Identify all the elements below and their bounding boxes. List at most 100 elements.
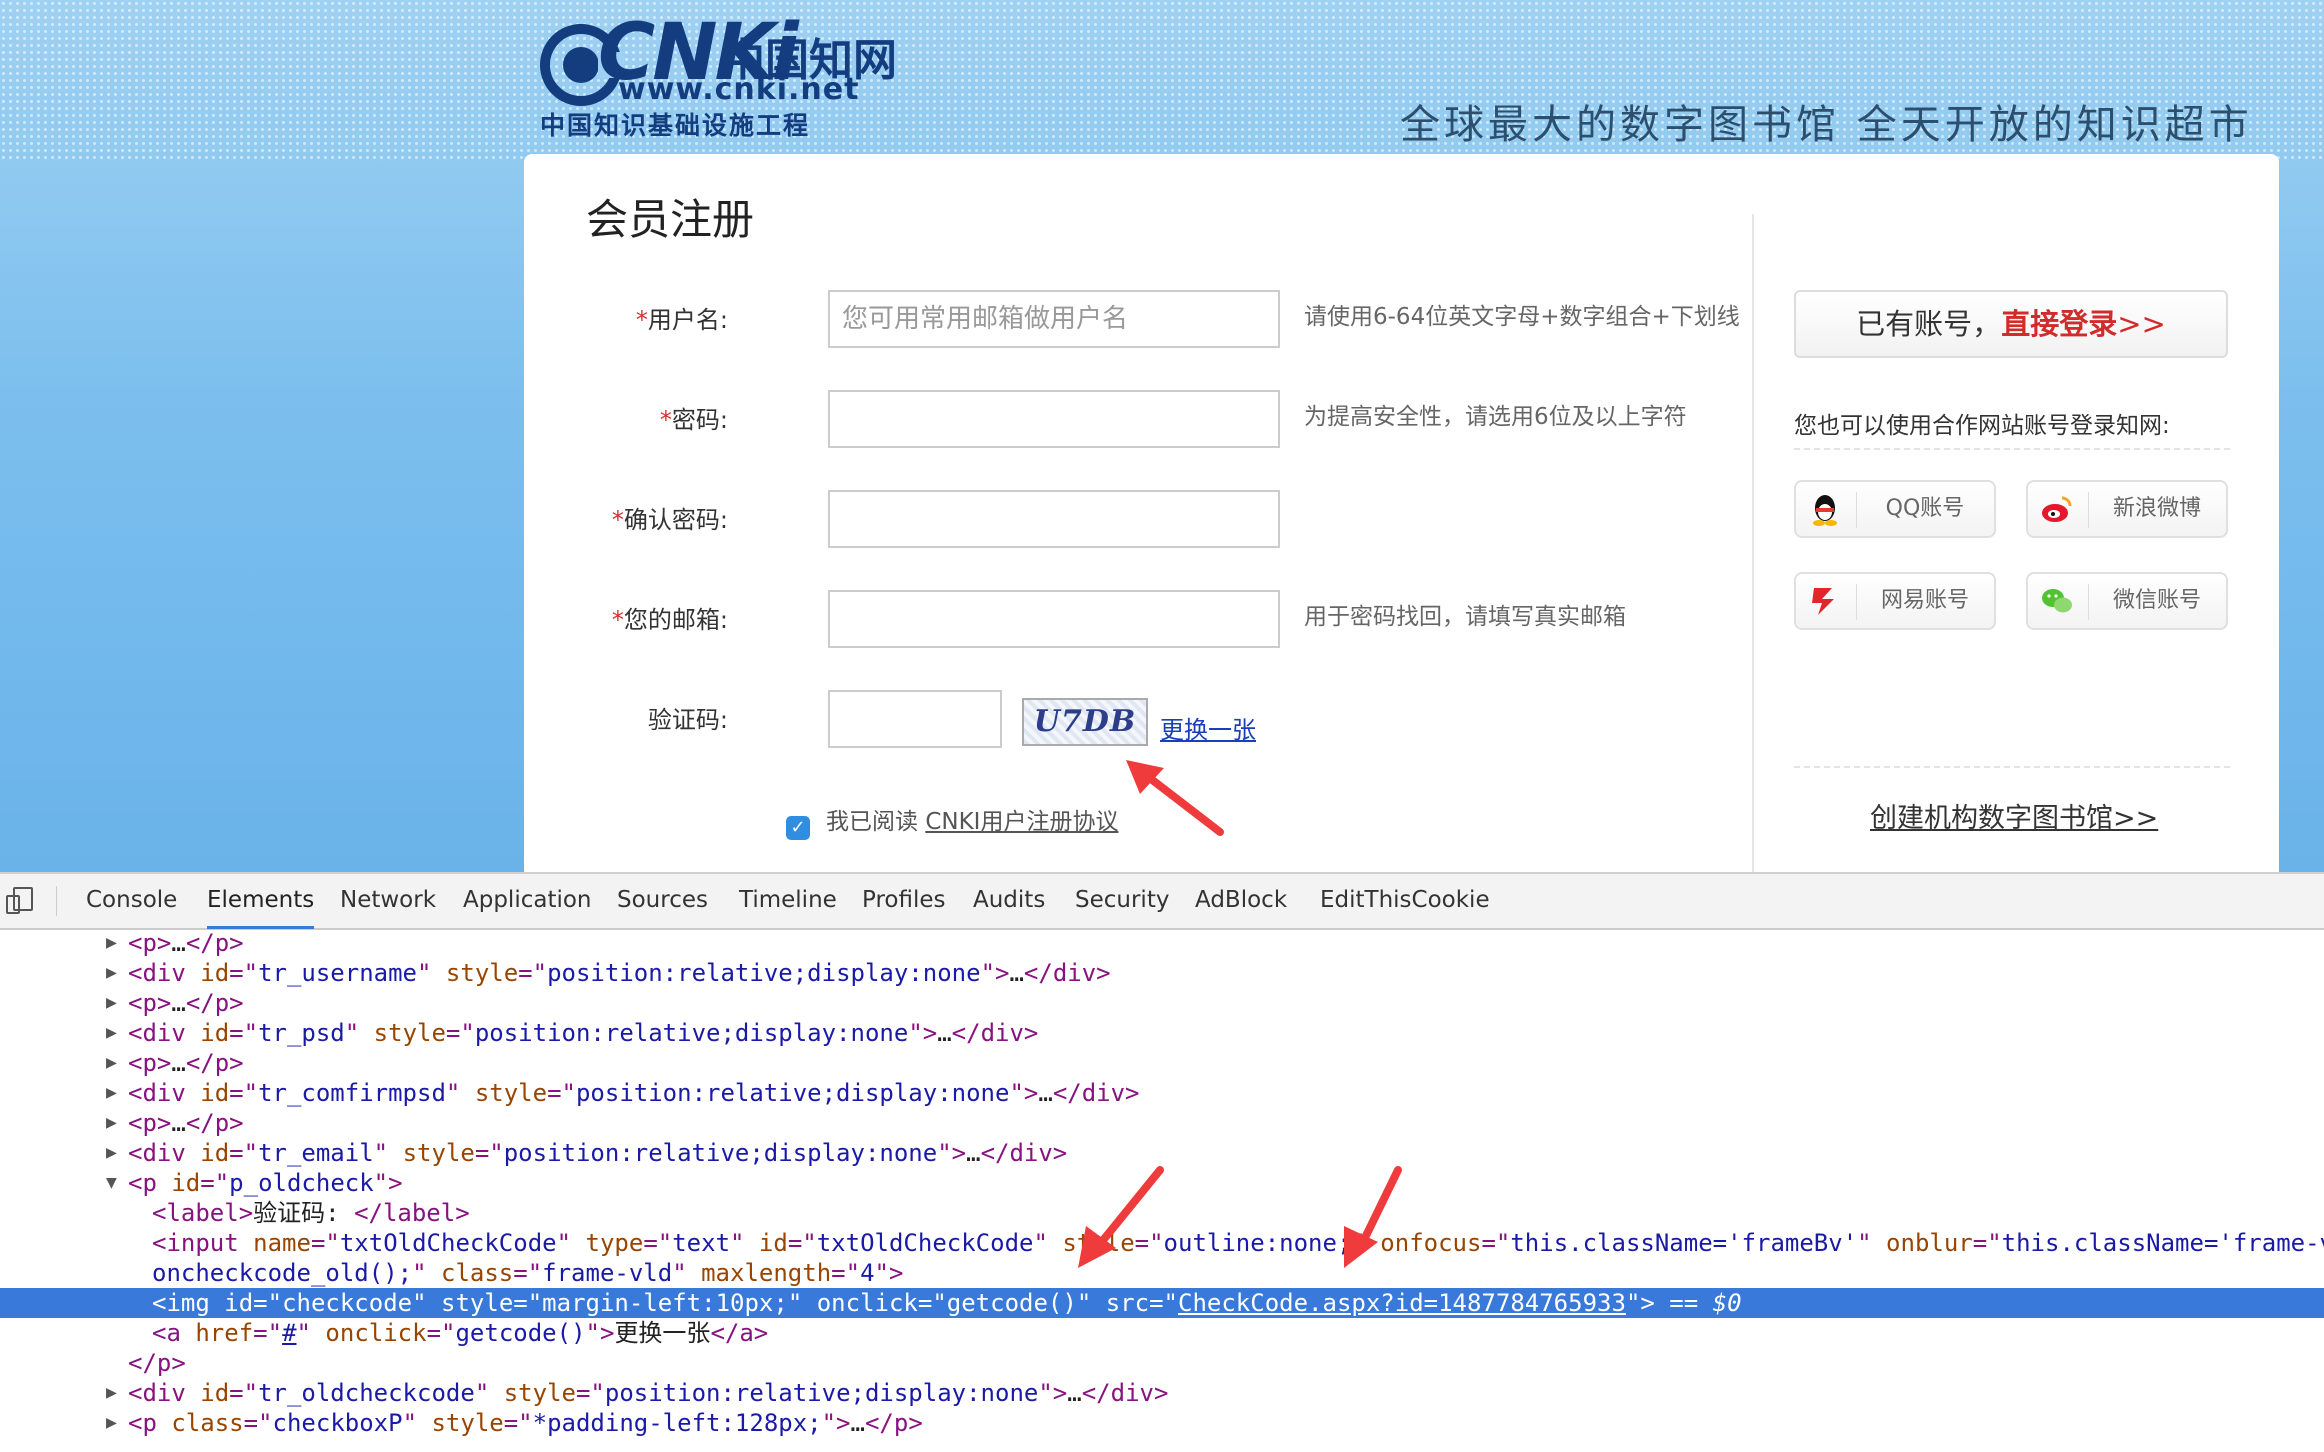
dom-node-line[interactable]: ▶ <div id="tr_psd" style="position:relati… <box>0 1018 2324 1048</box>
header-slogan: 全球最大的数字图书馆 全天开放的知识超市 <box>1400 102 2253 148</box>
register-panel: 会员注册 *用户名: 您可用常用邮箱做用户名 请使用6-64位英文字母+数字组合… <box>524 154 2279 872</box>
device-toolbar-icon[interactable] <box>4 886 34 916</box>
dom-node-text: <img id="checkcode" style="margin-left:1… <box>152 1289 1742 1317</box>
expand-triangle-icon[interactable]: ▶ <box>106 1408 117 1438</box>
tab-adblock[interactable]: AdBlock <box>1195 874 1287 926</box>
tab-application[interactable]: Application <box>463 874 592 926</box>
expand-triangle-icon[interactable]: ▶ <box>106 928 117 958</box>
devtools-tabbar: Console Elements Network Application Sou… <box>0 874 2324 930</box>
dom-node-line[interactable]: ▶ <p>…</p> <box>0 1108 2324 1138</box>
captcha-label: 验证码: <box>647 706 728 734</box>
dom-node-text: oncheckcode_old();" class="frame-vld" ma… <box>152 1259 904 1287</box>
captcha-input[interactable] <box>828 690 1002 748</box>
tab-security[interactable]: Security <box>1075 874 1169 926</box>
expand-triangle-icon[interactable]: ▶ <box>106 1108 117 1138</box>
dom-node-text: <div id="tr_email" style="position:relat… <box>128 1139 1068 1167</box>
qq-login-button[interactable]: QQ账号 <box>1794 480 1996 538</box>
tab-elements[interactable]: Elements <box>207 874 315 929</box>
confirm-password-row: *确认密码: <box>524 490 1724 554</box>
email-input[interactable] <box>828 590 1280 648</box>
expand-triangle-icon[interactable]: ▶ <box>106 1018 117 1048</box>
agreement-prefix: 我已阅读 <box>826 809 918 835</box>
captcha-row: 验证码: U7DB 更换一张 <box>524 690 1724 754</box>
agreement-link[interactable]: CNKI用户注册协议 <box>925 809 1118 835</box>
tab-profiles[interactable]: Profiles <box>862 874 946 926</box>
expand-triangle-icon[interactable]: ▶ <box>106 958 117 988</box>
dom-node-text: <div id="tr_oldcheckcode" style="positio… <box>128 1379 1169 1407</box>
confirm-password-label: *确认密码: <box>611 506 728 534</box>
tab-timeline[interactable]: Timeline <box>739 874 837 926</box>
dom-node-line[interactable]: ▶ <p>…</p> <box>0 988 2324 1018</box>
expand-triangle-icon[interactable]: ▶ <box>106 1078 117 1108</box>
weibo-icon <box>2042 496 2072 522</box>
tab-network[interactable]: Network <box>340 874 436 926</box>
dom-node-text: <div id="tr_psd" style="position:relativ… <box>128 1019 1039 1047</box>
expand-triangle-icon[interactable]: ▶ <box>106 1048 117 1078</box>
dom-node-text: <div id="tr_comfirmpsd" style="position:… <box>128 1079 1140 1107</box>
collapse-triangle-icon[interactable]: ▼ <box>106 1168 117 1198</box>
dom-node-line[interactable]: <a href="#" onclick="getcode()">更换一张</a> <box>0 1318 2324 1348</box>
expand-triangle-icon[interactable]: ▶ <box>106 1378 117 1408</box>
panel-divider <box>1752 214 1754 872</box>
dom-node-line[interactable]: ▶ <div id="tr_oldcheckcode" style="positi… <box>0 1378 2324 1408</box>
annotation-arrow-icon <box>1078 1166 1164 1268</box>
password-label: *密码: <box>659 406 728 434</box>
partner-login-text: 您也可以使用合作网站账号登录知网: <box>1794 413 2170 439</box>
email-row: *您的邮箱: 用于密码找回，请填写真实邮箱 <box>524 590 1724 654</box>
dom-node-text: <p class="checkboxP" style="*padding-lef… <box>128 1409 923 1437</box>
dom-node-text: <p>…</p> <box>128 1109 244 1137</box>
agreement-row: ✓ 我已阅读 CNKI用户注册协议 <box>786 802 1118 840</box>
page-title: 会员注册 <box>586 195 755 244</box>
username-hint: 请使用6-64位英文字母+数字组合+下划线 <box>1304 304 1740 330</box>
netease-login-button[interactable]: 网易账号 <box>1794 572 1996 630</box>
tab-audits[interactable]: Audits <box>973 874 1045 926</box>
dom-node-text: <p>…</p> <box>128 1049 244 1077</box>
dom-node-text: <a href="#" onclick="getcode()">更换一张</a> <box>152 1319 769 1347</box>
dom-node-text: <div id="tr_username" style="position:re… <box>128 959 1111 987</box>
confirm-password-input[interactable] <box>828 490 1280 548</box>
qq-icon <box>1813 495 1837 526</box>
tab-sources[interactable]: Sources <box>617 874 708 926</box>
wechat-login-label: 微信账号 <box>2112 588 2201 613</box>
cnki-register-page: CNKi 中国知网 www.cnki.net 中国知识基础设施工程 全球最大的数… <box>0 0 2324 872</box>
logo-subtitle: 中国知识基础设施工程 <box>540 111 811 140</box>
wechat-login-button[interactable]: 微信账号 <box>2026 572 2228 630</box>
dom-node-text: <input name="txtOldCheckCode" type="text… <box>152 1229 2324 1257</box>
weibo-login-button[interactable]: 新浪微博 <box>2026 480 2228 538</box>
annotation-arrow-icon <box>1126 760 1224 836</box>
dom-node-text: <p>…</p> <box>128 989 244 1017</box>
dom-node-text: <p>…</p> <box>128 929 244 957</box>
tab-editthiscookie[interactable]: EditThisCookie <box>1320 874 1490 926</box>
tab-console[interactable]: Console <box>86 874 177 926</box>
direct-login-button[interactable]: 已有账号，直接登录>> <box>1794 290 2228 358</box>
devtools-panel: Console Elements Network Application Sou… <box>0 872 2324 1452</box>
email-label: *您的邮箱: <box>611 606 728 634</box>
required-mark: * <box>611 506 624 534</box>
netease-icon <box>1812 588 1834 615</box>
selected-dom-node-line[interactable]: <img id="checkcode" style="margin-left:1… <box>0 1288 2324 1318</box>
dom-node-line[interactable]: </p> <box>0 1348 2324 1378</box>
dom-node-text: <label>验证码: </label> <box>152 1199 470 1227</box>
dom-node-line[interactable]: ▶ <p>…</p> <box>0 928 2324 958</box>
annotation-arrow-icon <box>1344 1166 1402 1268</box>
password-hint: 为提高安全性，请选用6位及以上字符 <box>1304 404 1687 430</box>
email-hint: 用于密码找回，请填写真实邮箱 <box>1304 604 1626 630</box>
dom-node-line[interactable]: ▶ <p>…</p> <box>0 1048 2324 1078</box>
dom-node-line[interactable]: ▶ <p class="checkboxP" style="*padding-le… <box>0 1408 2324 1438</box>
captcha-refresh-link[interactable]: 更换一张 <box>1160 710 1256 745</box>
username-label: *用户名: <box>635 306 728 334</box>
agreement-checkbox[interactable]: ✓ <box>786 816 810 840</box>
dom-node-line[interactable]: ▶ <div id="tr_comfirmpsd" style="position… <box>0 1078 2324 1108</box>
expand-triangle-icon[interactable]: ▶ <box>106 1138 117 1168</box>
captcha-image[interactable]: U7DB <box>1022 698 1148 746</box>
create-institution-library-link[interactable]: 创建机构数字图书馆>> <box>1870 796 2158 835</box>
weibo-login-label: 新浪微博 <box>2112 496 2201 521</box>
password-input[interactable] <box>828 390 1280 448</box>
required-mark: * <box>611 606 624 634</box>
username-input[interactable]: 您可用常用邮箱做用户名 <box>828 290 1280 348</box>
expand-triangle-icon[interactable]: ▶ <box>106 988 117 1018</box>
dom-node-line[interactable]: ▶ <div id="tr_username" style="position:r… <box>0 958 2324 988</box>
username-row: *用户名: 您可用常用邮箱做用户名 请使用6-64位英文字母+数字组合+下划线 <box>524 290 1740 354</box>
qq-login-label: QQ账号 <box>1885 496 1965 521</box>
cnki-logo[interactable]: CNKi 中国知网 www.cnki.net 中国知识基础设施工程 <box>538 8 898 140</box>
